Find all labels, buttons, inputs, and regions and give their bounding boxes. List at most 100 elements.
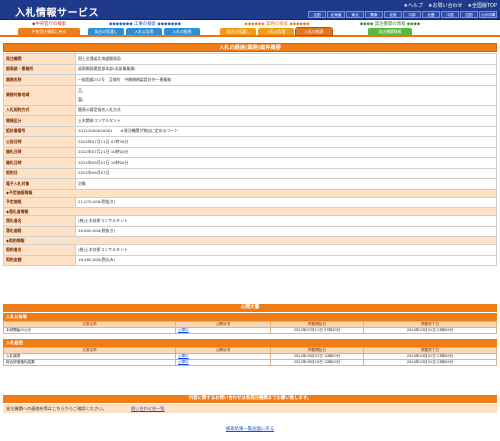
- nav-group-ministry: ◆中央官庁の検索 中央官庁検索に戻る: [18, 21, 80, 35]
- back-to-results-link[interactable]: 検索結果一覧画面に戻る: [0, 426, 500, 432]
- row-value: 対象: [75, 178, 497, 190]
- contractor-name: (株)土木技術コンサルタント: [75, 244, 497, 256]
- tab-service-result[interactable]: 入札の経過: [295, 27, 333, 36]
- row-value: 20123000020001 ※発注機関が独自に定めるコード: [75, 125, 497, 137]
- page-title: 入札の経過(業務)案件概要: [3, 43, 497, 52]
- table-row: 予定価格 21,070,000(税抜き): [3, 196, 497, 208]
- inquiry-row: 発注機関への連絡先等はこちらからご確認ください。 問い合わせ先一覧: [3, 404, 497, 413]
- row-label: 電子入札対象: [3, 178, 76, 190]
- row-value: 土木関係コンサルタント: [75, 115, 497, 127]
- contact-link[interactable]: ★お問い合わせ: [428, 2, 462, 9]
- help-link[interactable]: ★ヘルプ: [404, 2, 423, 9]
- row-label: 予定価格: [3, 196, 76, 208]
- row-value: 2022年09月07日: [75, 167, 497, 179]
- row-label: 発注機関: [3, 53, 76, 65]
- row-value: 2022年07月11日 07時30分: [75, 136, 497, 148]
- tab-construction-notice[interactable]: 入札公告等: [126, 28, 162, 35]
- table-row: 開札日時 2022年07月21日 10時00分: [3, 146, 497, 158]
- doc-start: 2022年07月11日 07時30分: [270, 327, 364, 334]
- region-tab[interactable]: 中部: [403, 11, 421, 18]
- table-row: 落札価格 16,800,000(税抜き): [3, 225, 497, 237]
- row-label: 入札契約方式: [3, 104, 76, 116]
- doc-end: 2024年03月31日 23時59分: [363, 327, 497, 334]
- table-row: 設計書番号 20123000020001 ※発注機関が独自に定めるコード: [3, 125, 497, 137]
- row-label: 業務名称: [3, 74, 76, 86]
- row-value: 2022年09月07日 10時00分: [75, 157, 497, 169]
- keika-table: 文書名称 公開状況 掲載開始日 掲載終了日 入札調書 公開中 2022年09月0…: [3, 347, 497, 366]
- region-tab[interactable]: 北海道: [327, 11, 345, 18]
- case-summary-table: 発注機関 国土交通省北海道開発局 部局部・事務所 留萌開発建設部本部(本部事業課) …: [3, 53, 497, 266]
- doc-link[interactable]: 公開中: [178, 360, 189, 364]
- doc-end: 2024年03月31日 23時59分: [363, 359, 497, 366]
- inquiry-text: 発注機関への連絡先等はこちらからご確認ください。: [6, 406, 107, 411]
- row-label: 業務対象地域: [3, 84, 76, 106]
- keika-subtitle: 入札経過: [3, 339, 497, 347]
- table-row: 契約者名 (株)土木技術コンサルタント: [3, 244, 497, 256]
- section-contract-title: ◆契約情報: [3, 236, 497, 245]
- public-docs-title: 公開文書: [3, 304, 497, 312]
- doc-link[interactable]: 公開中: [178, 354, 189, 358]
- nav-group-agency: ◆◆◆◆ 発注機関の情報 ◆◆◆◆ 発注機関情報: [355, 21, 425, 35]
- nav-group-title: ◆◆◆◆◆◆◆ 工事の検索 ◆◆◆◆◆◆◆: [108, 22, 182, 27]
- site-logo[interactable]: 入札情報サービス: [15, 4, 99, 19]
- inquiry-banner: 内容に関するお問い合わせは各発注機関までお願い致します。: [3, 395, 497, 403]
- doc-name: 総合評価落札結果: [3, 359, 176, 366]
- region-tab[interactable]: 四国: [460, 11, 478, 18]
- doc-start: 2022年09月16日 10時00分: [270, 359, 364, 366]
- nav-group-construction: ◆◆◆◆◆◆◆ 工事の検索 ◆◆◆◆◆◆◆ 発注の見通し 入札公告等 入札の経過: [88, 21, 202, 35]
- nav-group-services: ◆◆◆◆◆◆ 業務の検索 ◆◆◆◆◆◆ 発注の見通し 入札公告等 入札の経過: [220, 21, 334, 36]
- tab-back-to-ministry[interactable]: 中央官庁検索に戻る: [18, 28, 80, 35]
- contract-amount: 18,480,000(税込み): [75, 254, 497, 266]
- doc-link[interactable]: 公開中: [178, 328, 189, 332]
- section-row: ◆落札者情報: [3, 207, 497, 216]
- table-row: 入札契約方式 簡易公募型指名入札方式: [3, 104, 497, 116]
- tab-construction-result[interactable]: 入札の経過: [164, 28, 200, 35]
- estimate-value: 21,070,000(税抜き): [75, 196, 497, 208]
- row-label: 落札価格: [3, 225, 76, 237]
- table-row: 業務区分 土木関係コンサルタント: [3, 115, 497, 127]
- row-value: 一般国道232号 苫前町 中開橋橋梁設計外一連業務: [75, 74, 497, 86]
- region-tab[interactable]: 北陸: [384, 11, 402, 18]
- row-value: 簡易公募型指名入札方式: [75, 104, 497, 116]
- row-label: 公告日時: [3, 136, 76, 148]
- tab-agency-info[interactable]: 発注機関情報: [368, 28, 412, 35]
- row-label: 開札日時: [3, 157, 76, 169]
- region-tab[interactable]: 近畿: [422, 11, 440, 18]
- national-top-link[interactable]: ★全国版TOP: [468, 2, 498, 9]
- region-tab[interactable]: 関東: [365, 11, 383, 18]
- region-tabs: 全国 北海道 東北 関東 北陸 中部 近畿 中国 四国 九州沖縄: [308, 11, 497, 18]
- tab-construction-outlook[interactable]: 発注の見通し: [88, 28, 124, 35]
- search-nav: ◆中央官庁の検索 中央官庁検索に戻る ◆◆◆◆◆◆◆ 工事の検索 ◆◆◆◆◆◆◆…: [0, 20, 500, 37]
- tab-service-outlook[interactable]: 発注の見通し: [220, 28, 256, 35]
- region-tab[interactable]: 中国: [441, 11, 459, 18]
- doc-status: 公開中: [175, 327, 271, 334]
- row-value: 留萌開発建設部本部(本部事業課): [75, 63, 497, 75]
- row-label: 業務区分: [3, 115, 76, 127]
- table-row: 業務対象地域 苫、 富): [3, 84, 497, 106]
- nav-group-title: ◆◆◆◆ 発注機関の情報 ◆◆◆◆: [359, 22, 421, 27]
- region-tab[interactable]: 東北: [346, 11, 364, 18]
- nav-group-title: ◆◆◆◆◆◆ 業務の検索 ◆◆◆◆◆◆: [244, 22, 310, 27]
- row-value: 国土交通省北海道開発局: [75, 53, 497, 65]
- section-row: ◆予定価格情報: [3, 188, 497, 198]
- table-row: 契約金額 18,480,000(税込み): [3, 254, 497, 266]
- koukoku-table: 文書名称 公開状況 掲載開始日 掲載終了日 手続開始の公示 公開中 2022年0…: [3, 321, 497, 334]
- tab-service-notice[interactable]: 入札公告等: [258, 28, 294, 35]
- table-row: 総合評価落札結果 公開中 2022年09月16日 10時00分 2024年03月…: [3, 359, 497, 366]
- row-label: 設計書番号: [3, 125, 76, 137]
- winner-name: (株)土木技術コンサルタント: [75, 215, 497, 227]
- region-tab[interactable]: 九州沖縄: [479, 11, 497, 18]
- row-value: 2022年07月21日 10時00分: [75, 146, 497, 158]
- winner-amount: 16,800,000(税抜き): [75, 225, 497, 237]
- table-row: 電子入札対象 対象: [3, 178, 497, 190]
- row-label: 開札日時: [3, 146, 76, 158]
- table-row: 公告日時 2022年07月11日 07時30分: [3, 136, 497, 148]
- contact-list-link[interactable]: 問い合わせ先一覧: [131, 404, 165, 413]
- row-label: 部局部・事務所: [3, 63, 76, 75]
- region-tab[interactable]: 全国: [308, 11, 326, 18]
- row-label: 落札者名: [3, 215, 76, 227]
- row-label: 契約日: [3, 167, 76, 179]
- table-row: 落札者名 (株)土木技術コンサルタント: [3, 215, 497, 227]
- koukoku-subtitle: 入札公告等: [3, 313, 497, 321]
- table-row: 業務名称 一般国道232号 苫前町 中開橋橋梁設計外一連業務: [3, 74, 497, 86]
